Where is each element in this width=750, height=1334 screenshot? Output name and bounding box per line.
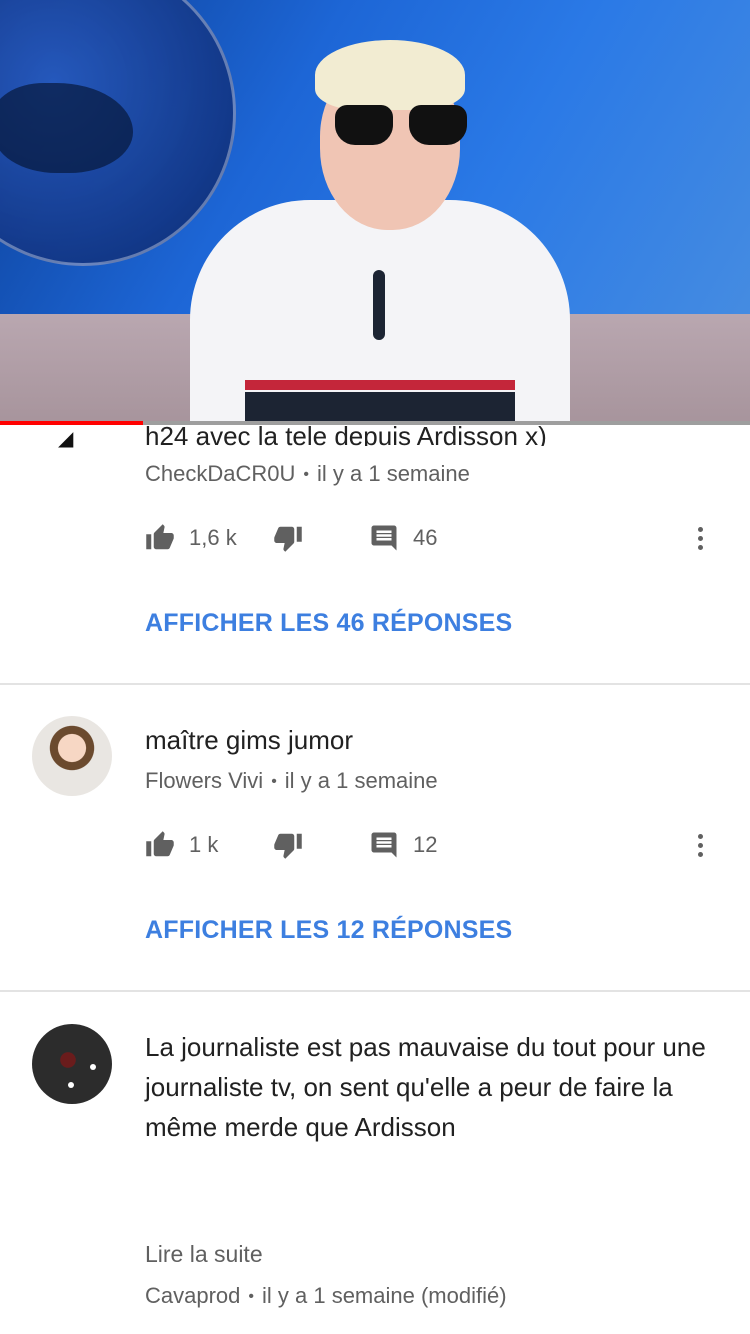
comment-author[interactable]: Cavaprod: [145, 1283, 240, 1308]
comment-meta: Cavaprod • il y a 1 semaine (modifié): [145, 1283, 507, 1308]
divider: [0, 990, 750, 992]
comment-time: il y a 1 semaine (modifié): [262, 1283, 507, 1308]
video-progress-fill: [0, 421, 143, 425]
comment-actions: 1 k 12: [145, 825, 735, 865]
dislike-button[interactable]: [273, 825, 303, 865]
like-button[interactable]: 1 k: [145, 825, 218, 865]
divider: [0, 683, 750, 685]
avatar-partial: ◢: [58, 428, 74, 450]
comment-author[interactable]: CheckDaCR0U: [145, 461, 295, 486]
comment-icon: [371, 525, 397, 551]
comment-text: h24 avec la tele depuis Ardisson x): [145, 421, 547, 446]
comment-author[interactable]: Flowers Vivi: [145, 768, 263, 793]
thumb-up-icon: [146, 831, 174, 857]
thumb-up-icon: [146, 524, 174, 550]
avatar[interactable]: [32, 1024, 112, 1104]
video-player[interactable]: [0, 0, 750, 424]
show-replies-button[interactable]: AFFICHER LES 12 RÉPONSES: [145, 916, 512, 945]
reply-button[interactable]: 12: [369, 825, 437, 865]
comment-time: il y a 1 semaine: [317, 461, 470, 486]
comment-text: maître gims jumor: [145, 725, 354, 755]
like-count: 1,6 k: [189, 525, 237, 550]
video-frame-person: [190, 40, 570, 424]
reply-count: 12: [413, 832, 438, 857]
reply-count: 46: [413, 525, 438, 550]
comment-actions: 1,6 k 46: [145, 518, 735, 558]
avatar[interactable]: [32, 716, 112, 796]
read-more-link[interactable]: Lire la suite: [145, 1241, 263, 1268]
comment-meta: Flowers Vivi • il y a 1 semaine: [145, 768, 438, 793]
thumb-down-icon: [274, 526, 302, 552]
like-button[interactable]: 1,6 k: [145, 518, 237, 558]
dislike-button[interactable]: [273, 518, 303, 558]
comment-meta: CheckDaCR0U • il y a 1 semaine: [145, 461, 470, 486]
show-replies-button[interactable]: AFFICHER LES 46 RÉPONSES: [145, 609, 512, 638]
comment-time: il y a 1 semaine: [284, 768, 438, 793]
like-count: 1 k: [189, 832, 219, 857]
more-vert-icon[interactable]: [685, 825, 715, 865]
comment-text: La journaliste est pas mauvaise du tout …: [145, 1032, 706, 1142]
reply-button[interactable]: 46: [369, 518, 437, 558]
more-vert-icon[interactable]: [685, 518, 715, 558]
thumb-down-icon: [274, 833, 302, 859]
comment-icon: [371, 832, 397, 858]
